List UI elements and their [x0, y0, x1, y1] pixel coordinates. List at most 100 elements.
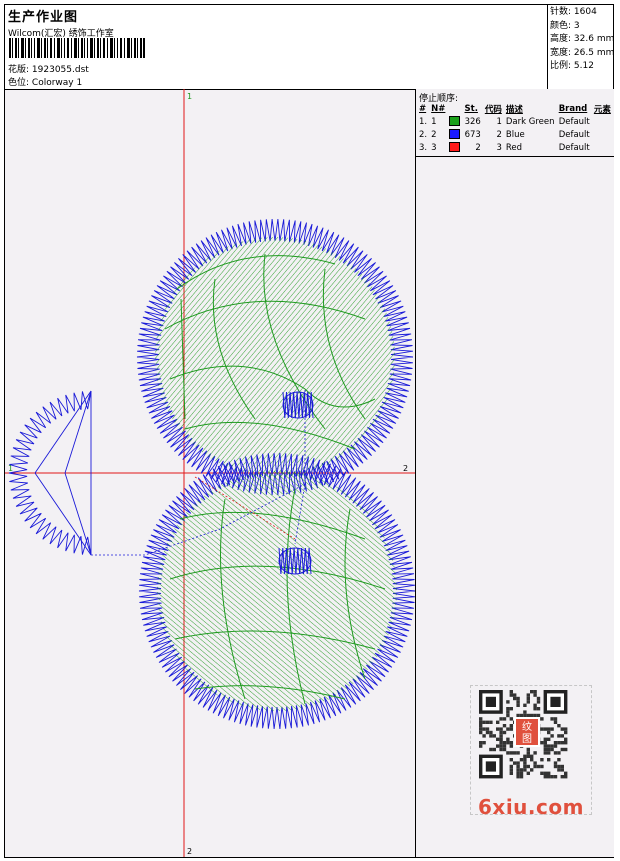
design-canvas: 1 2 1 2	[5, 89, 416, 857]
row-stitches: 673	[464, 129, 481, 140]
qr-module	[547, 727, 551, 731]
qr-module	[516, 703, 520, 707]
qr-module	[479, 727, 483, 731]
row-element	[592, 128, 613, 141]
qr-module	[513, 696, 517, 701]
table-header-row: # N# St. 代码 描述 Brand 元素	[417, 103, 613, 115]
qr-module	[543, 744, 547, 748]
color-swatch	[449, 129, 461, 140]
colorway-label: 色位:	[8, 78, 30, 88]
row-brand: Default	[558, 116, 590, 127]
qr-module	[530, 768, 534, 772]
qr-module	[479, 741, 483, 745]
qr-module	[557, 758, 561, 762]
axis-label-top: 1	[187, 92, 192, 101]
stat-label: 高度:	[550, 34, 572, 45]
qr-module	[543, 727, 547, 731]
qr-module	[509, 741, 513, 745]
col-swatch	[447, 103, 462, 115]
qr-module	[560, 734, 564, 738]
row-swatch	[447, 128, 462, 141]
qr-module	[540, 717, 544, 721]
qr-module	[550, 744, 554, 748]
qr-module	[506, 751, 510, 755]
qr-module	[543, 737, 547, 741]
axis-label-right: 2	[403, 464, 408, 473]
stat-label: 针数:	[550, 7, 572, 17]
qr-module	[553, 751, 558, 755]
qr-module	[523, 754, 527, 758]
qr-module	[519, 771, 524, 775]
qr-module	[536, 700, 541, 704]
col-code: 代码	[484, 105, 502, 115]
table-row: 3. 3 2 3 Red Default	[417, 141, 613, 154]
row-element	[592, 115, 613, 128]
qr-module	[516, 713, 520, 718]
qr-module	[502, 724, 507, 728]
qr-module	[553, 764, 558, 769]
design-value: 1923055.dst	[31, 65, 89, 75]
qr-module	[509, 724, 513, 728]
qr-module	[509, 690, 513, 694]
qr-module	[523, 758, 527, 762]
qr-module	[519, 768, 524, 772]
qr-module	[499, 730, 503, 735]
row-brand: Default	[558, 129, 590, 140]
qr-module	[533, 690, 537, 694]
embroidery-preview: 1 2 1 2	[5, 89, 416, 857]
stat-label: 比例:	[550, 61, 572, 72]
qr-code: 纹图	[479, 690, 568, 779]
qr-module	[506, 710, 510, 714]
qr-module	[506, 737, 510, 741]
qr-module	[523, 761, 527, 765]
qr-module	[516, 768, 520, 772]
qr-badge-text: 纹	[522, 720, 532, 733]
qr-module	[499, 734, 503, 738]
row-number: 3	[431, 142, 437, 153]
qr-module	[550, 717, 554, 721]
qr-module	[485, 730, 490, 735]
header-info-panel: 生产作业图 Wilcom(汇宏) 绣饰工作室 花版: 1923055.dst 色…	[5, 5, 548, 89]
qr-module	[496, 744, 500, 748]
row-element	[592, 141, 613, 154]
qr-module	[540, 758, 544, 762]
qr-module	[560, 727, 564, 731]
qr-badge-text: 图	[522, 733, 532, 745]
qr-module	[533, 693, 537, 697]
qr-module	[523, 764, 527, 769]
qr-module	[502, 717, 507, 721]
worksheet-header: 生产作业图 Wilcom(汇宏) 绣饰工作室 花版: 1923055.dst 色…	[5, 5, 614, 90]
qr-module	[533, 761, 537, 765]
qr-module	[540, 771, 544, 775]
qr-module	[543, 775, 547, 779]
qr-module	[550, 734, 554, 738]
row-stitches: 326	[464, 116, 481, 127]
stat-label: 宽度:	[550, 47, 572, 58]
qr-module	[547, 744, 551, 748]
qr-module	[499, 744, 503, 748]
qr-module	[516, 775, 520, 779]
qr-module	[502, 741, 507, 745]
qr-module	[526, 747, 530, 752]
qr-module	[479, 724, 483, 728]
lower-fill-stitches	[157, 471, 397, 711]
qr-module	[509, 727, 513, 731]
qr-module	[482, 720, 486, 724]
qr-module	[543, 741, 547, 745]
qr-module	[502, 730, 507, 735]
qr-module	[502, 744, 507, 748]
row-description: Dark Green	[505, 116, 555, 127]
qr-module	[509, 751, 513, 755]
qr-module	[499, 737, 503, 741]
qr-module	[485, 727, 490, 731]
qr-module	[506, 741, 510, 745]
barcode	[9, 38, 145, 58]
qr-module	[547, 747, 551, 752]
qr-module	[489, 734, 493, 738]
qr-module	[530, 690, 534, 694]
row-description: Blue	[505, 129, 525, 140]
qr-module	[536, 764, 541, 769]
table-row: 2. 2 673 2 Blue Default	[417, 128, 613, 141]
qr-module	[540, 727, 544, 731]
qr-module	[513, 751, 517, 755]
